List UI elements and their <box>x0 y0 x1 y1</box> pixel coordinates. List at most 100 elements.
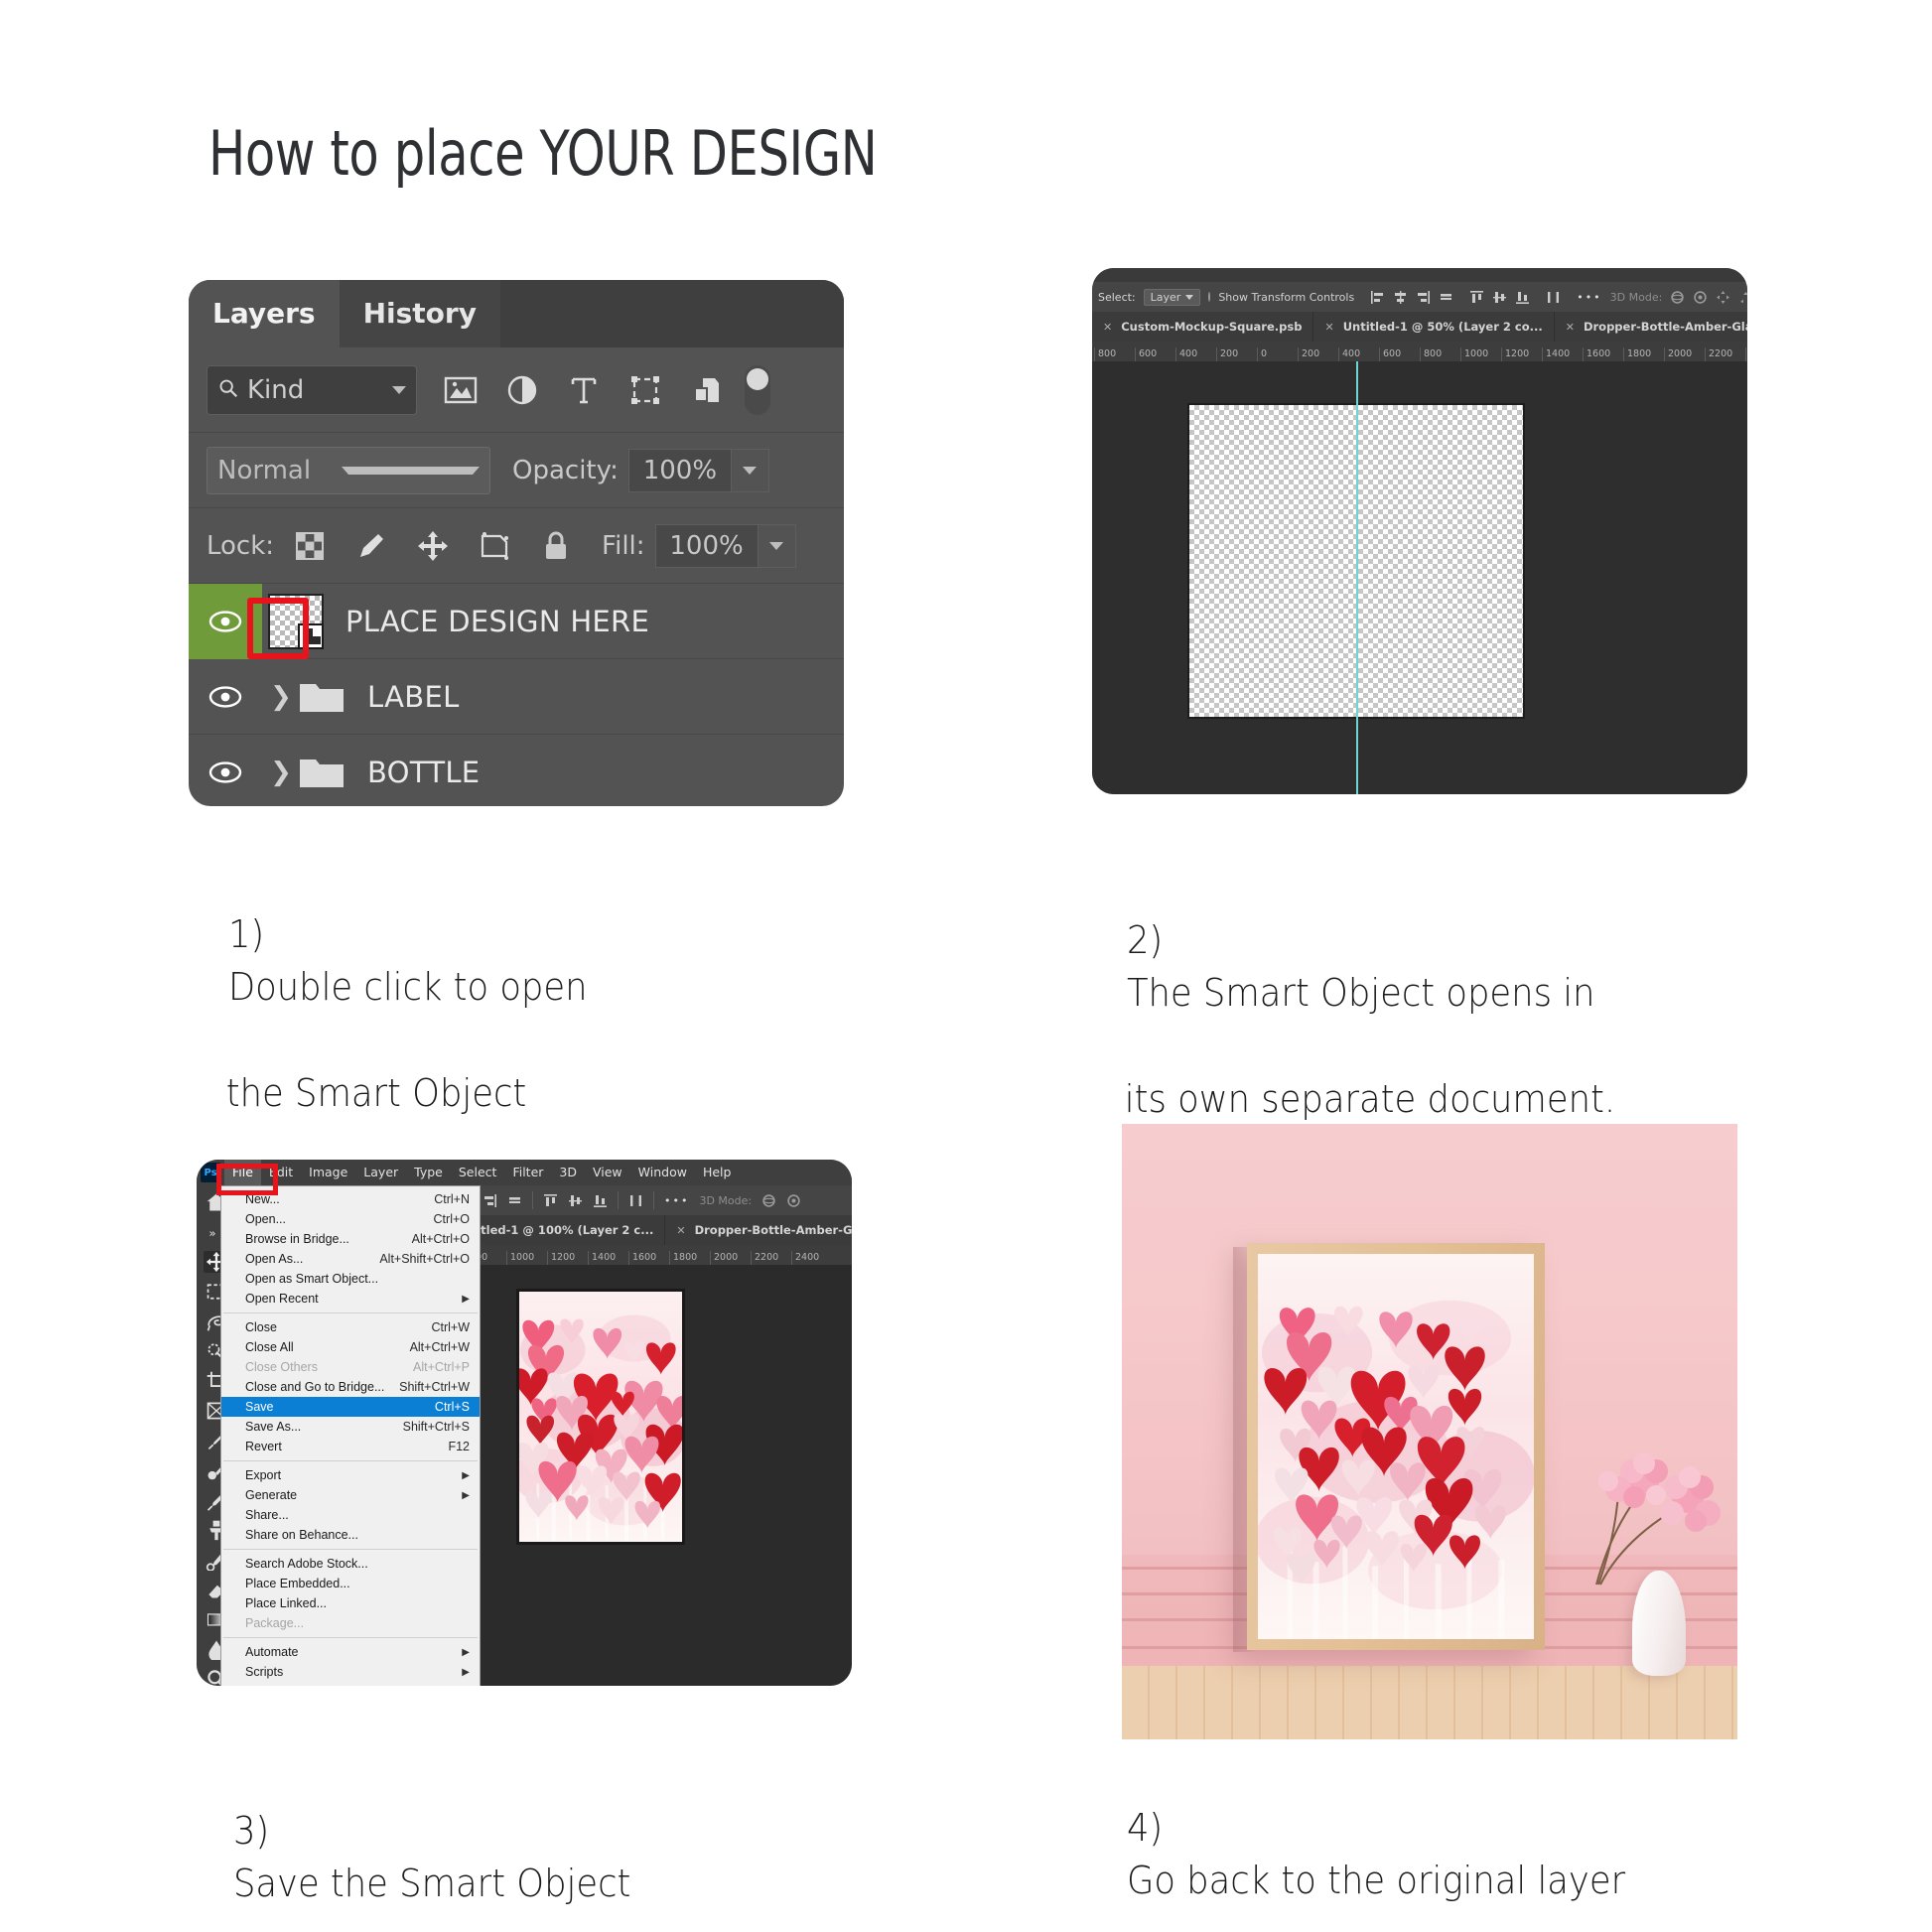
menu-item-close-and-go-to-bridge[interactable]: Close and Go to Bridge... Shift+Ctrl+W <box>221 1377 480 1397</box>
menu-item-browse-in-bridge[interactable]: Browse in Bridge... Alt+Ctrl+O <box>221 1229 480 1249</box>
opacity-value[interactable]: 100% <box>627 448 732 492</box>
tab-history[interactable]: History <box>339 280 500 347</box>
distribute-top-icon[interactable] <box>628 1193 643 1208</box>
menu-item-revert[interactable]: Revert F12 <box>221 1437 480 1456</box>
menu-item-open-recent[interactable]: Open Recent ▶ <box>221 1289 480 1309</box>
ruler-tick: 2000 <box>710 1251 751 1265</box>
menu-item-place-linked[interactable]: Place Linked... <box>221 1593 480 1613</box>
file-dropdown-menu[interactable]: New... Ctrl+N Open... Ctrl+O Browse in Bridg… <box>220 1185 481 1686</box>
more-options-icon[interactable]: ••• <box>1577 291 1601 304</box>
document-tab[interactable]: ✕ Dropper-Bottle-Amber-Glass-1.psd <box>665 1215 852 1245</box>
menu-item-generate[interactable]: Generate ▶ <box>221 1485 480 1505</box>
adjustment-layer-filter-icon[interactable] <box>502 370 542 410</box>
menubar-item-filter[interactable]: Filter <box>504 1160 551 1185</box>
menubar-item-image[interactable]: Image <box>301 1160 355 1185</box>
fill-value[interactable]: 100% <box>654 523 759 568</box>
fill-stepper[interactable] <box>758 523 796 568</box>
filter-enable-toggle[interactable] <box>745 364 770 415</box>
align-top-edges-icon[interactable] <box>1469 290 1484 305</box>
close-icon[interactable]: ✕ <box>1103 321 1112 334</box>
layer-visibility-toggle[interactable] <box>189 583 262 659</box>
layer-visibility-toggle[interactable] <box>189 659 262 735</box>
table-row[interactable]: PLACE DESIGN HERE <box>189 583 844 659</box>
menu-item-search-adobe-stock[interactable]: Search Adobe Stock... <box>221 1554 480 1574</box>
canvas-area[interactable] <box>425 1265 852 1686</box>
show-transform-controls-checkbox[interactable] <box>1208 292 1211 302</box>
3d-slide-icon[interactable] <box>1738 290 1747 305</box>
menu-item-share[interactable]: Share... <box>221 1505 480 1525</box>
menu-item-close[interactable]: Close Ctrl+W <box>221 1317 480 1337</box>
layer-thumbnail-smart-object[interactable] <box>268 593 324 649</box>
kind-filter-select[interactable]: Kind <box>207 364 417 415</box>
ruler-tick: 1200 <box>1501 347 1542 361</box>
distribute-vertical-centers-icon[interactable] <box>568 1193 583 1208</box>
chevron-down-icon <box>743 466 758 475</box>
menubar-item-help[interactable]: Help <box>695 1160 740 1185</box>
lock-position-icon[interactable] <box>413 526 453 566</box>
lock-all-icon[interactable] <box>536 526 576 566</box>
hearts-artwork[interactable] <box>516 1289 685 1545</box>
blend-mode-select[interactable]: Normal <box>207 446 490 494</box>
shape-layer-filter-icon[interactable] <box>625 370 665 410</box>
distribute-top-icon[interactable] <box>1546 290 1561 305</box>
lock-artboard-nesting-icon[interactable] <box>475 526 514 566</box>
menu-item-open-as[interactable]: Open As... Alt+Shift+Ctrl+O <box>221 1249 480 1269</box>
menu-item-scripts[interactable]: Scripts ▶ <box>221 1662 480 1682</box>
align-right-edges-icon[interactable] <box>1416 290 1431 305</box>
pixel-layer-filter-icon[interactable] <box>441 370 481 410</box>
menubar-item-layer[interactable]: Layer <box>355 1160 406 1185</box>
menu-item-place-embedded[interactable]: Place Embedded... <box>221 1574 480 1593</box>
menu-item-shortcut: Shift+Ctrl+W <box>399 1380 470 1394</box>
distribute-vertical-centers-icon[interactable] <box>1492 290 1507 305</box>
smart-object-filter-icon[interactable] <box>687 370 727 410</box>
align-top-edges-icon[interactable] <box>543 1193 558 1208</box>
align-right-edges-icon[interactable] <box>483 1193 497 1208</box>
align-bottom-edges-icon[interactable] <box>1515 290 1530 305</box>
opacity-stepper[interactable] <box>731 448 769 492</box>
close-icon[interactable]: ✕ <box>676 1224 685 1237</box>
menu-item-save-as[interactable]: Save As... Shift+Ctrl+S <box>221 1417 480 1437</box>
menu-item-export[interactable]: Export ▶ <box>221 1465 480 1485</box>
3d-roll-icon[interactable] <box>786 1193 801 1208</box>
menubar-item-view[interactable]: View <box>585 1160 630 1185</box>
menu-item-close-all[interactable]: Close All Alt+Ctrl+W <box>221 1337 480 1357</box>
menu-item-save[interactable]: Save Ctrl+S <box>221 1397 480 1417</box>
menubar-item-type[interactable]: Type <box>406 1160 451 1185</box>
table-row[interactable]: ❯ BOTTLE <box>189 735 844 806</box>
3d-pan-icon[interactable] <box>1716 290 1730 305</box>
table-row[interactable]: ❯ LABEL <box>189 659 844 735</box>
more-options-icon[interactable]: ••• <box>664 1194 689 1207</box>
menubar-item-select[interactable]: Select <box>451 1160 505 1185</box>
3d-orbit-icon[interactable] <box>1670 290 1685 305</box>
align-left-edges-icon[interactable] <box>1370 290 1385 305</box>
canvas-area[interactable] <box>1092 361 1747 794</box>
align-horizontal-centers-icon[interactable] <box>1393 290 1408 305</box>
lock-image-pixels-icon[interactable] <box>351 526 391 566</box>
menu-item-automate[interactable]: Automate ▶ <box>221 1642 480 1662</box>
chevron-down-icon <box>342 466 480 475</box>
3d-roll-icon[interactable] <box>1693 290 1708 305</box>
document-tab[interactable]: ✕ Dropper-Bottle-Amber-Glass-Plastic-Lid… <box>1555 312 1747 342</box>
chevron-right-icon[interactable]: ❯ <box>268 682 294 712</box>
menubar-item-3d[interactable]: 3D <box>551 1160 585 1185</box>
close-icon[interactable]: ✕ <box>1566 321 1575 334</box>
close-icon[interactable]: ✕ <box>1324 321 1333 334</box>
select-target-dropdown[interactable]: Layer <box>1143 288 1201 306</box>
menu-item-import[interactable]: Import▶ <box>221 1682 480 1686</box>
type-layer-filter-icon[interactable] <box>564 370 604 410</box>
3d-orbit-icon[interactable] <box>761 1193 776 1208</box>
layer-visibility-toggle[interactable] <box>189 735 262 807</box>
align-bottom-edges-icon[interactable] <box>593 1193 608 1208</box>
menubar-item-window[interactable]: Window <box>630 1160 695 1185</box>
distribute-horizontal-icon[interactable] <box>1439 290 1453 305</box>
lock-transparent-pixels-icon[interactable] <box>290 526 330 566</box>
menu-item-open-as-smart-object[interactable]: Open as Smart Object... <box>221 1269 480 1289</box>
step-4-figure <box>1122 1124 1737 1739</box>
document-tab[interactable]: ✕ Untitled-1 @ 50% (Layer 2 co... <box>1313 312 1555 342</box>
document-tab[interactable]: ✕ Custom-Mockup-Square.psb <box>1092 312 1314 342</box>
tab-layers[interactable]: Layers <box>189 280 340 347</box>
menu-item-share-on-behance[interactable]: Share on Behance... <box>221 1525 480 1545</box>
menu-item-open[interactable]: Open... Ctrl+O <box>221 1209 480 1229</box>
chevron-right-icon[interactable]: ❯ <box>268 758 294 787</box>
distribute-horizontal-icon[interactable] <box>507 1193 522 1208</box>
